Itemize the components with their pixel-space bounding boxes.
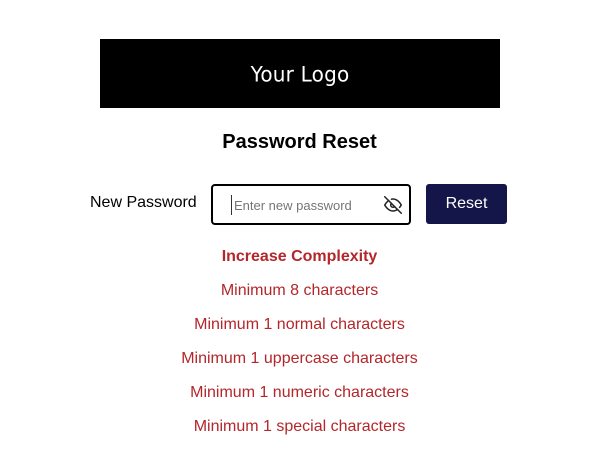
password-reset-page: Your Logo Password Reset New Password Re…: [0, 0, 589, 474]
password-field-container: [211, 184, 411, 225]
new-password-input[interactable]: [231, 195, 379, 215]
logo-banner: Your Logo: [100, 39, 500, 108]
requirement-item: Minimum 1 numeric characters: [190, 384, 409, 401]
page-title: Password Reset: [222, 131, 377, 153]
eye-slash-icon[interactable]: [384, 196, 402, 214]
requirement-item: Minimum 1 normal characters: [194, 316, 405, 333]
new-password-label: New Password: [90, 194, 197, 211]
logo: Your Logo: [250, 60, 350, 87]
requirement-item: Minimum 1 uppercase characters: [181, 350, 418, 367]
requirement-item: Minimum 8 characters: [220, 282, 379, 299]
password-requirements: Increase Complexity Minimum 8 characters…: [0, 246, 589, 450]
reset-button[interactable]: Reset: [426, 184, 507, 224]
requirement-item: Minimum 1 special characters: [193, 418, 406, 435]
requirements-heading: Increase Complexity: [221, 248, 378, 265]
password-form: New Password Reset: [0, 184, 589, 225]
